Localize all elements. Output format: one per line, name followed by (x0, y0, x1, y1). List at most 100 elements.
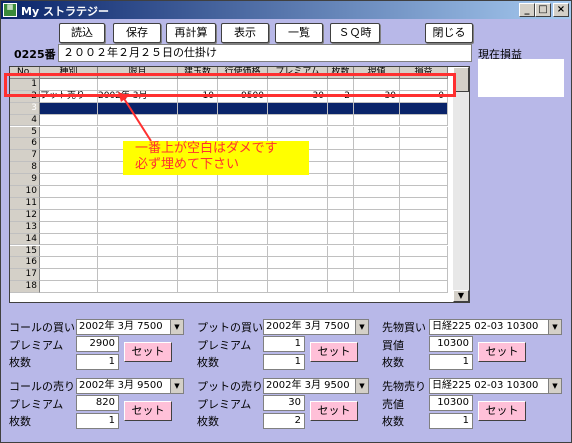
table-cell[interactable] (218, 221, 268, 234)
table-cell[interactable] (400, 186, 448, 198)
table-row[interactable]: 10 (10, 186, 448, 198)
table-cell[interactable] (400, 221, 448, 234)
table-cell[interactable] (178, 257, 218, 270)
table-cell[interactable] (354, 245, 400, 258)
table-cell[interactable] (178, 114, 218, 127)
table-row[interactable]: 14 (10, 233, 448, 246)
date-field[interactable]: ２００２年２月２５日の仕掛け (58, 44, 472, 62)
call-sell-qty-input[interactable]: 1 (76, 413, 119, 429)
table-cell[interactable] (218, 245, 268, 258)
table-cell[interactable] (178, 197, 218, 210)
table-row[interactable]: 18 (10, 281, 448, 294)
table-cell[interactable] (268, 269, 328, 282)
table-row[interactable]: 12 (10, 209, 448, 222)
table-cell[interactable] (98, 209, 178, 222)
table-cell[interactable] (400, 102, 448, 115)
table-cell[interactable] (328, 138, 354, 151)
table-cell[interactable] (178, 269, 218, 282)
put-buy-set-button[interactable]: セット (310, 342, 358, 362)
put-buy-prem-input[interactable]: 1 (263, 336, 305, 352)
table-cell[interactable] (40, 126, 98, 139)
table-cell[interactable] (218, 197, 268, 210)
table-cell[interactable] (328, 197, 354, 210)
table-cell[interactable] (218, 257, 268, 270)
table-cell[interactable] (178, 233, 218, 246)
table-cell[interactable] (268, 245, 328, 258)
fut-sell-set-button[interactable]: セット (478, 401, 526, 421)
sq-button[interactable]: ＳＱ時 (330, 23, 380, 43)
table-cell[interactable] (328, 102, 354, 115)
chevron-down-icon[interactable]: ▼ (355, 320, 368, 334)
table-row[interactable]: 11 (10, 197, 448, 210)
table-cell[interactable] (98, 245, 178, 258)
call-sell-set-button[interactable]: セット (124, 401, 172, 421)
table-cell[interactable] (354, 209, 400, 222)
table-cell[interactable] (354, 257, 400, 270)
table-cell[interactable] (328, 114, 354, 127)
table-cell[interactable] (268, 233, 328, 246)
table-cell[interactable] (40, 138, 98, 151)
table-cell[interactable] (98, 221, 178, 234)
table-cell[interactable] (354, 269, 400, 282)
table-cell[interactable] (218, 281, 268, 294)
fut-sell-price-input[interactable]: 10300 (429, 395, 473, 411)
put-sell-qty-input[interactable]: 2 (263, 413, 305, 429)
table-cell[interactable] (400, 233, 448, 246)
table-cell[interactable] (40, 114, 98, 127)
put-sell-set-button[interactable]: セット (310, 401, 358, 421)
call-buy-qty-input[interactable]: 1 (76, 354, 119, 370)
close-button[interactable]: 閉じる (425, 23, 473, 43)
call-buy-set-button[interactable]: セット (124, 342, 172, 362)
position-grid[interactable]: No. 種別 限月 建玉数 行使価格 プレミアム 枚数 現値 損益 1 2 プット売り 2002年 3月… (9, 66, 470, 303)
table-row[interactable]: 13 (10, 221, 448, 234)
table-cell[interactable] (218, 209, 268, 222)
table-cell[interactable] (268, 209, 328, 222)
table-cell[interactable] (354, 102, 400, 115)
table-cell[interactable] (400, 162, 448, 175)
table-cell[interactable] (400, 150, 448, 163)
fut-buy-select[interactable]: 日経225 02-03 10300 ▼ (429, 319, 562, 335)
table-cell[interactable] (98, 126, 178, 139)
fut-sell-qty-input[interactable]: 1 (429, 413, 473, 429)
table-row[interactable]: 16 (10, 257, 448, 270)
call-sell-prem-input[interactable]: 820 (76, 395, 119, 411)
table-cell[interactable] (268, 174, 328, 186)
chevron-down-icon[interactable]: ▼ (170, 379, 183, 393)
table-cell[interactable] (354, 150, 400, 163)
table-cell[interactable] (328, 162, 354, 175)
table-cell[interactable] (98, 257, 178, 270)
table-cell[interactable] (328, 174, 354, 186)
table-cell[interactable] (40, 281, 98, 294)
table-row[interactable]: 15 (10, 245, 448, 258)
table-cell[interactable] (178, 281, 218, 294)
table-cell[interactable] (40, 197, 98, 210)
chevron-down-icon[interactable]: ▼ (355, 379, 368, 393)
table-cell[interactable] (218, 269, 268, 282)
table-cell[interactable] (354, 233, 400, 246)
table-cell[interactable] (328, 281, 354, 294)
table-cell[interactable] (400, 209, 448, 222)
table-cell[interactable] (354, 174, 400, 186)
table-cell[interactable] (268, 281, 328, 294)
table-cell[interactable] (40, 174, 98, 186)
table-cell[interactable] (98, 186, 178, 198)
title-bar[interactable]: ▦ My ストラテジー _ □ × (1, 1, 571, 19)
table-cell[interactable] (268, 221, 328, 234)
table-cell[interactable] (98, 281, 178, 294)
table-cell[interactable] (178, 126, 218, 139)
table-cell[interactable] (354, 221, 400, 234)
table-cell[interactable] (354, 186, 400, 198)
table-cell[interactable] (328, 150, 354, 163)
table-cell[interactable] (40, 209, 98, 222)
table-cell[interactable] (40, 186, 98, 198)
table-cell[interactable] (400, 197, 448, 210)
list-button[interactable]: 一覧 (275, 23, 323, 43)
table-cell[interactable] (178, 186, 218, 198)
table-cell[interactable] (328, 233, 354, 246)
table-cell[interactable] (98, 174, 178, 186)
fut-buy-set-button[interactable]: セット (478, 342, 526, 362)
load-button[interactable]: 読込 (59, 23, 105, 43)
table-cell[interactable] (40, 269, 98, 282)
table-cell[interactable] (218, 114, 268, 127)
table-cell[interactable] (178, 102, 218, 115)
